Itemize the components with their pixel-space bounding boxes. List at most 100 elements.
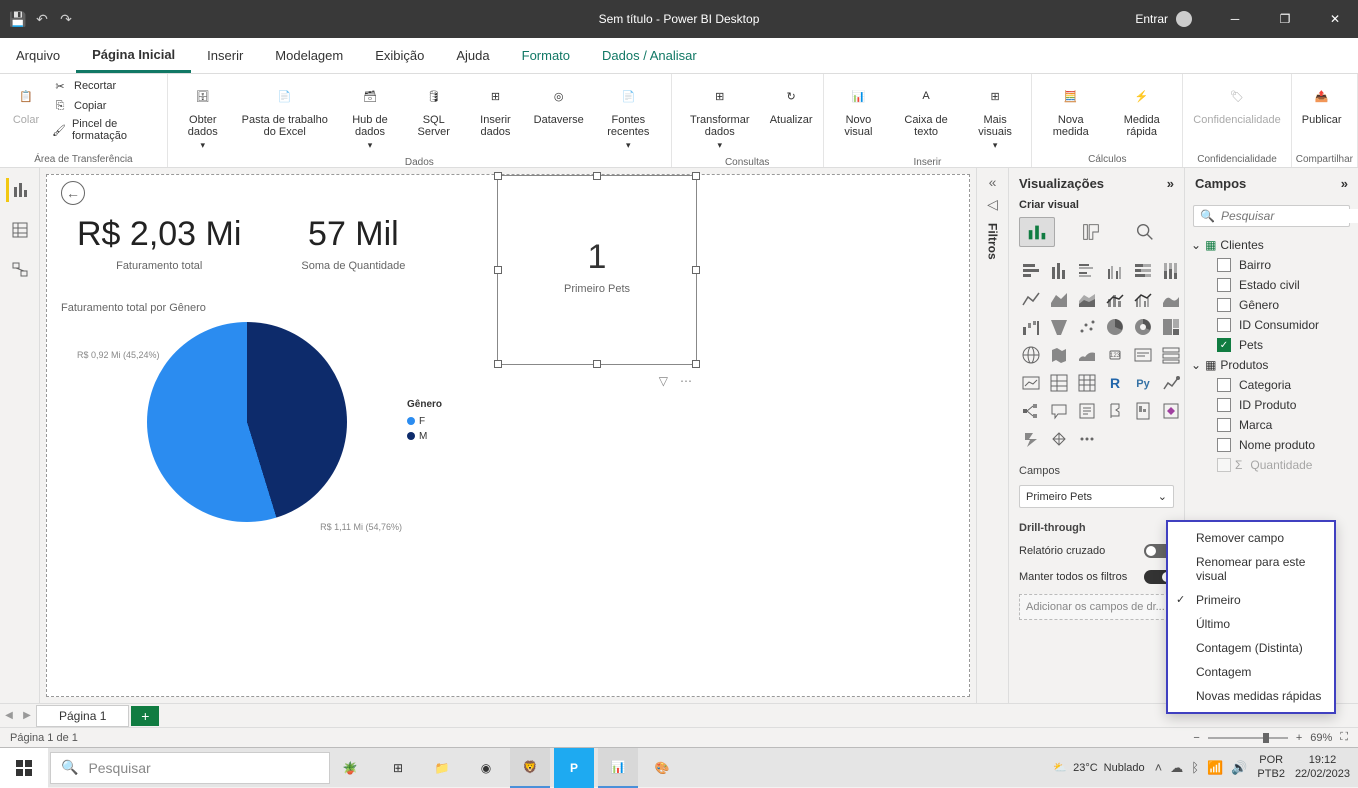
card-icon[interactable] — [1131, 343, 1155, 367]
checkbox[interactable] — [1217, 278, 1231, 292]
medida-rapida-button[interactable]: ⚡Medida rápida — [1105, 76, 1178, 142]
zoom-out-button[interactable]: − — [1193, 732, 1199, 744]
field-nome-produto[interactable]: Nome produto — [1191, 435, 1352, 455]
resize-handle[interactable] — [593, 172, 601, 180]
field-genero[interactable]: Gênero — [1191, 295, 1352, 315]
table-icon[interactable] — [1075, 371, 1099, 395]
decomposition-tree-icon[interactable] — [1019, 399, 1043, 423]
field-quantidade[interactable]: ΣQuantidade — [1191, 455, 1352, 475]
analytics-tab[interactable] — [1127, 217, 1163, 247]
filter-icon[interactable]: ▽ — [659, 374, 668, 388]
undo-icon[interactable]: ↶ — [34, 11, 50, 27]
nova-medida-button[interactable]: 🧮Nova medida — [1036, 76, 1105, 142]
copiar-button[interactable]: ⎘Copiar — [52, 98, 159, 114]
menu-contagem-distinta[interactable]: Contagem (Distinta) — [1168, 636, 1334, 660]
field-estado-civil[interactable]: Estado civil — [1191, 275, 1352, 295]
datetime[interactable]: 19:12 22/02/2023 — [1295, 754, 1350, 780]
add-page-button[interactable]: + — [131, 706, 159, 726]
narrative-icon[interactable] — [1075, 399, 1099, 423]
build-visual-tab[interactable] — [1019, 217, 1055, 247]
resize-handle[interactable] — [494, 266, 502, 274]
model-view-button[interactable] — [8, 258, 32, 282]
data-view-button[interactable] — [8, 218, 32, 242]
resize-handle[interactable] — [692, 172, 700, 180]
transformar-dados-button[interactable]: ⊞Transformar dados▾ — [676, 76, 764, 155]
start-button[interactable] — [0, 748, 48, 788]
expand-icon[interactable]: « — [989, 174, 997, 190]
kpi-quantidade[interactable]: 57 Mil Soma de Quantidade — [301, 215, 405, 272]
map-icon[interactable] — [1019, 343, 1043, 367]
field-pets[interactable]: ✓Pets — [1191, 335, 1352, 355]
file-explorer-icon[interactable]: 📁 — [422, 748, 462, 788]
field-id-consumidor[interactable]: ID Consumidor — [1191, 315, 1352, 335]
login-button[interactable]: Entrar — [1119, 11, 1208, 27]
next-page-button[interactable]: ▶ — [18, 710, 36, 721]
resize-handle[interactable] — [593, 360, 601, 368]
menu-exibicao[interactable]: Exibição — [359, 38, 440, 73]
table-produtos[interactable]: ⌄▦Produtos — [1191, 355, 1352, 375]
checkbox[interactable] — [1217, 418, 1231, 432]
menu-ajuda[interactable]: Ajuda — [440, 38, 505, 73]
area-chart-icon[interactable] — [1047, 287, 1071, 311]
save-icon[interactable]: 💾 — [10, 11, 26, 27]
pie-chart-icon[interactable] — [1103, 315, 1127, 339]
paginated-report-icon[interactable] — [1131, 399, 1155, 423]
back-arrow-icon[interactable]: ← — [61, 181, 85, 205]
hub-dados-button[interactable]: 🗃Hub de dados▾ — [336, 76, 404, 155]
donut-chart-icon[interactable] — [1131, 315, 1155, 339]
checkbox[interactable] — [1217, 458, 1231, 472]
wifi-icon[interactable]: 📶 — [1207, 760, 1223, 776]
resize-handle[interactable] — [494, 172, 502, 180]
fit-page-icon[interactable]: ⛶ — [1340, 731, 1348, 744]
powerbi-icon[interactable]: 📊 — [598, 748, 638, 788]
azure-map-icon[interactable] — [1075, 343, 1099, 367]
multi-row-card-icon[interactable] — [1159, 343, 1183, 367]
waterfall-icon[interactable] — [1019, 315, 1043, 339]
stacked-bar-icon[interactable] — [1019, 259, 1043, 283]
line-chart-icon[interactable] — [1019, 287, 1043, 311]
tray-chevron-icon[interactable]: ˄ — [1155, 760, 1163, 776]
brave-icon[interactable]: 🦁 — [510, 748, 550, 788]
resize-handle[interactable] — [692, 266, 700, 274]
more-visuals-icon[interactable] — [1075, 427, 1099, 451]
gauge-icon[interactable]: 123 — [1103, 343, 1127, 367]
more-icon[interactable]: ⋯ — [680, 374, 692, 388]
power-apps-icon[interactable] — [1159, 399, 1183, 423]
menu-contagem[interactable]: Contagem — [1168, 660, 1334, 684]
chrome-icon[interactable]: ◉ — [466, 748, 506, 788]
sql-server-button[interactable]: 🛢SQL Server — [404, 76, 463, 142]
slicer-icon[interactable] — [1047, 371, 1071, 395]
qa-visual-icon[interactable] — [1047, 399, 1071, 423]
clustered-bar-icon[interactable] — [1075, 259, 1099, 283]
onedrive-icon[interactable]: ☁ — [1170, 760, 1183, 776]
clustered-column-icon[interactable] — [1103, 259, 1127, 283]
ribbon-chart-icon[interactable] — [1159, 287, 1183, 311]
menu-dados-analisar[interactable]: Dados / Analisar — [586, 38, 713, 73]
menu-pagina-inicial[interactable]: Página Inicial — [76, 38, 191, 73]
volume-icon[interactable]: 🔊 — [1231, 760, 1247, 776]
zoom-slider[interactable] — [1208, 737, 1288, 739]
goals-icon[interactable] — [1103, 399, 1127, 423]
page-tab-1[interactable]: Página 1 — [36, 705, 129, 727]
filled-map-icon[interactable] — [1047, 343, 1071, 367]
redo-icon[interactable]: ↷ — [58, 11, 74, 27]
menu-primeiro[interactable]: Primeiro — [1168, 588, 1334, 612]
colar-button[interactable]: 📋 Colar — [4, 76, 48, 130]
checkbox[interactable] — [1217, 318, 1231, 332]
selected-visual[interactable]: 1 Primeiro Pets ▽ ⋯ — [497, 175, 697, 365]
collapse-icon[interactable]: » — [1341, 176, 1348, 191]
prev-page-button[interactable]: ◀ — [0, 710, 18, 721]
novo-visual-button[interactable]: 📊Novo visual — [828, 76, 890, 142]
inserir-dados-button[interactable]: ⊞Inserir dados — [463, 76, 527, 142]
paint-icon[interactable]: 🎨 — [642, 748, 682, 788]
scatter-icon[interactable] — [1075, 315, 1099, 339]
menu-renomear[interactable]: Renomear para este visual — [1168, 550, 1334, 588]
filters-pane-collapsed[interactable]: « ◁ Filtros — [976, 168, 1008, 703]
menu-formato[interactable]: Formato — [506, 38, 586, 73]
minimize-button[interactable]: ─ — [1212, 0, 1258, 38]
close-button[interactable]: ✕ — [1312, 0, 1358, 38]
checkbox-checked[interactable]: ✓ — [1217, 338, 1231, 352]
zoom-in-button[interactable]: + — [1296, 732, 1302, 744]
checkbox[interactable] — [1217, 378, 1231, 392]
chevron-down-icon[interactable]: ⌄ — [1158, 490, 1167, 503]
